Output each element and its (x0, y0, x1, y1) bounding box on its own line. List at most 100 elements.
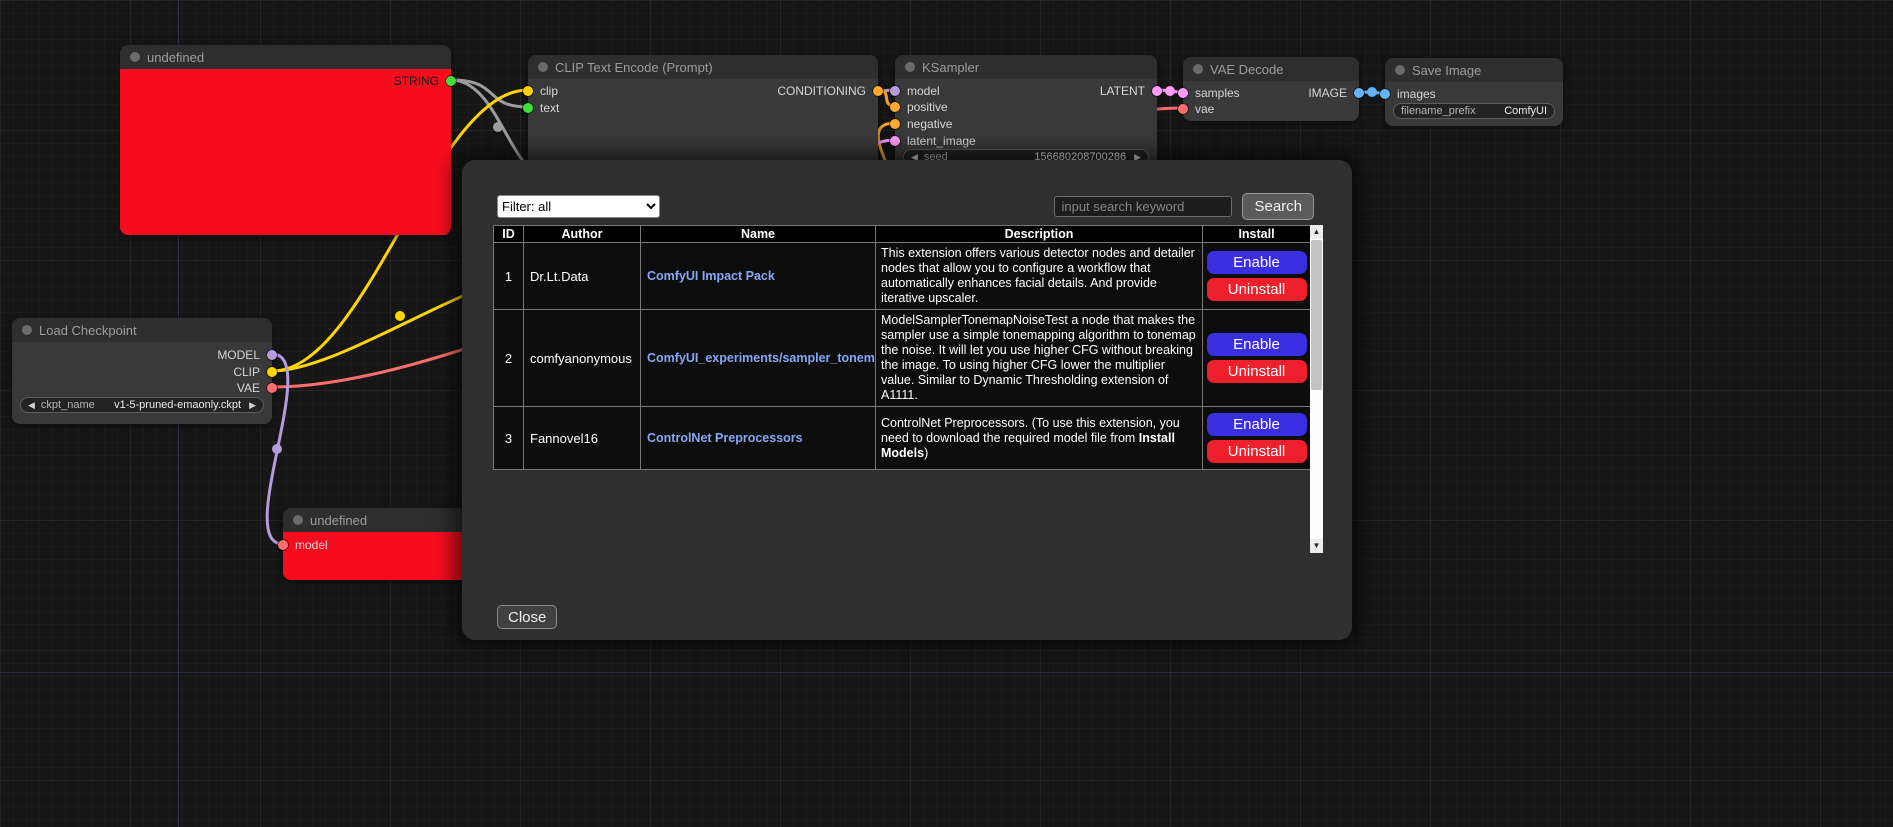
filename-prefix-label: filename_prefix (1401, 105, 1476, 117)
slot-label-vae-out: VAE (237, 381, 260, 395)
output-slot-latent[interactable] (1152, 86, 1162, 96)
cell-install: Enable Uninstall (1203, 407, 1311, 470)
close-button[interactable]: Close (497, 605, 557, 629)
input-slot-vae[interactable] (1178, 104, 1188, 114)
output-slot-conditioning[interactable] (873, 86, 883, 96)
slot-label-negative: negative (907, 117, 952, 131)
slot-label-image: IMAGE (1308, 86, 1347, 100)
prev-arrow-icon[interactable]: ◀ (28, 400, 35, 411)
header-author: Author (524, 226, 641, 243)
node-title: undefined (147, 50, 204, 65)
input-slot-negative[interactable] (890, 119, 900, 129)
extension-link[interactable]: ControlNet Preprocessors (647, 431, 803, 445)
scrollbar-thumb[interactable] (1311, 240, 1322, 390)
input-slot-text[interactable] (523, 103, 533, 113)
ckpt-name-widget[interactable]: ◀ ckpt_name v1-5-pruned-emaonly.ckpt ▶ (20, 397, 264, 413)
enable-button[interactable]: Enable (1207, 333, 1307, 356)
node-body[interactable]: MODEL CLIP VAE ◀ ckpt_name v1-5-pruned-e… (12, 342, 272, 424)
input-slot-clip[interactable] (523, 86, 533, 96)
collapse-dot-icon[interactable] (1395, 65, 1405, 75)
input-slot-positive[interactable] (890, 102, 900, 112)
input-slot-model[interactable] (278, 540, 288, 550)
node-title-bar[interactable]: VAE Decode (1183, 57, 1359, 81)
node-ksampler[interactable]: KSampler model positive negative latent_… (895, 55, 1157, 174)
node-save-image[interactable]: Save Image images filename_prefix ComfyU… (1385, 58, 1563, 126)
ckpt-name-label: ckpt_name (41, 399, 95, 411)
collapse-dot-icon[interactable] (293, 515, 303, 525)
node-title-bar[interactable]: CLIP Text Encode (Prompt) (528, 55, 878, 79)
slot-label-string: STRING (394, 74, 439, 88)
node-title-bar[interactable]: Save Image (1385, 58, 1563, 82)
node-body[interactable]: model (283, 532, 483, 580)
table-header-row: ID Author Name Description Install (494, 226, 1311, 243)
node-title: Load Checkpoint (39, 323, 137, 338)
link-dot-latent (1165, 86, 1175, 96)
slot-label-model-out: MODEL (217, 348, 260, 362)
node-body[interactable]: samples vae IMAGE (1183, 81, 1359, 121)
dialog-controls: Filter: all Search (497, 193, 1314, 220)
node-undefined-top[interactable]: undefined STRING (120, 45, 451, 235)
next-arrow-icon[interactable]: ▶ (249, 400, 256, 411)
output-slot-string[interactable] (446, 76, 456, 86)
slot-label-images: images (1397, 87, 1436, 101)
custom-nodes-manager-dialog: Filter: all Search ID Author Name Descri… (462, 160, 1352, 640)
cell-id: 3 (494, 407, 524, 470)
node-body[interactable]: images filename_prefix ComfyUI (1385, 82, 1563, 126)
uninstall-button[interactable]: Uninstall (1207, 278, 1307, 301)
node-title-bar[interactable]: undefined (283, 508, 483, 532)
extension-link[interactable]: ComfyUI Impact Pack (647, 269, 775, 283)
output-slot-clip[interactable] (267, 367, 277, 377)
filename-prefix-widget[interactable]: filename_prefix ComfyUI (1393, 103, 1555, 119)
output-slot-vae[interactable] (267, 383, 277, 393)
uninstall-button[interactable]: Uninstall (1207, 360, 1307, 383)
node-body[interactable]: STRING (120, 69, 451, 235)
input-slot-model[interactable] (890, 86, 900, 96)
node-vae-decode[interactable]: VAE Decode samples vae IMAGE (1183, 57, 1359, 121)
search-input[interactable] (1054, 196, 1232, 217)
collapse-dot-icon[interactable] (130, 52, 140, 62)
scroll-up-icon[interactable]: ▲ (1310, 225, 1323, 239)
slot-label-clip-out: CLIP (233, 365, 260, 379)
node-title-bar[interactable]: Load Checkpoint (12, 318, 272, 342)
output-slot-image[interactable] (1354, 88, 1364, 98)
scroll-down-icon[interactable]: ▼ (1310, 539, 1323, 553)
input-slot-latent-image[interactable] (890, 136, 900, 146)
filter-select[interactable]: Filter: all (497, 195, 660, 218)
extension-row: 1 Dr.Lt.Data ComfyUI Impact Pack This ex… (494, 243, 1311, 310)
table-scrollbar[interactable]: ▲ ▼ (1310, 225, 1323, 553)
search-button[interactable]: Search (1242, 193, 1314, 220)
slot-label-text: text (540, 101, 559, 115)
link-dot-clip (395, 311, 405, 321)
output-slot-model[interactable] (267, 350, 277, 360)
input-slot-samples[interactable] (1178, 88, 1188, 98)
collapse-dot-icon[interactable] (538, 62, 548, 72)
ckpt-name-value: v1-5-pruned-emaonly.ckpt (114, 399, 241, 411)
node-title: VAE Decode (1210, 62, 1283, 77)
header-id: ID (494, 226, 524, 243)
collapse-dot-icon[interactable] (22, 325, 32, 335)
collapse-dot-icon[interactable] (1193, 64, 1203, 74)
node-title: undefined (310, 513, 367, 528)
graph-canvas[interactable]: undefined STRING CLIP Text Encode (Promp… (0, 0, 1893, 827)
enable-button[interactable]: Enable (1207, 251, 1307, 274)
extensions-table-body: 1 Dr.Lt.Data ComfyUI Impact Pack This ex… (494, 243, 1311, 470)
extension-link[interactable]: ComfyUI_experiments/sampler_tonemap (647, 351, 876, 365)
enable-button[interactable]: Enable (1207, 413, 1307, 436)
cell-author: Dr.Lt.Data (524, 243, 641, 310)
node-undefined-bottom[interactable]: undefined model (283, 508, 483, 580)
node-title: KSampler (922, 60, 979, 75)
node-title: CLIP Text Encode (Prompt) (555, 60, 713, 75)
node-load-checkpoint[interactable]: Load Checkpoint MODEL CLIP VAE ◀ ckpt_na… (12, 318, 272, 424)
node-title: Save Image (1412, 63, 1481, 78)
collapse-dot-icon[interactable] (905, 62, 915, 72)
cell-id: 2 (494, 310, 524, 407)
uninstall-button[interactable]: Uninstall (1207, 440, 1307, 463)
node-clip-text-encode[interactable]: CLIP Text Encode (Prompt) clip text COND… (528, 55, 878, 174)
slot-label-model-in: model (295, 538, 328, 552)
node-title-bar[interactable]: KSampler (895, 55, 1157, 79)
node-title-bar[interactable]: undefined (120, 45, 451, 69)
input-slot-images[interactable] (1380, 89, 1390, 99)
wire-string-to-text (451, 80, 528, 107)
header-name: Name (641, 226, 876, 243)
slot-label-positive: positive (907, 100, 948, 114)
